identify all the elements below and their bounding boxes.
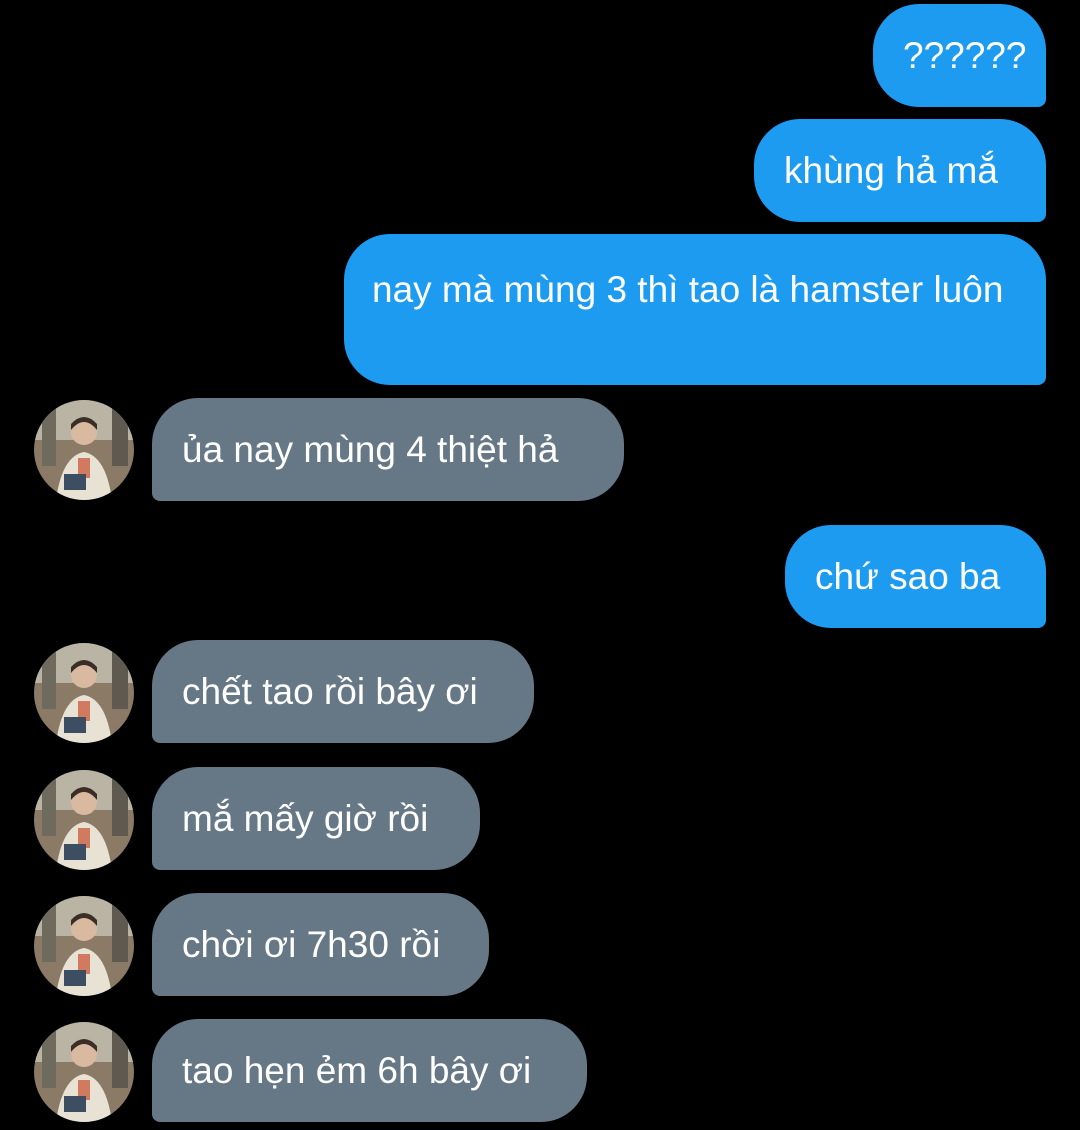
contact-avatar[interactable] <box>34 896 134 996</box>
contact-avatar-photo-icon <box>34 770 134 870</box>
message-text: ủa nay mùng 4 thiệt hả <box>182 429 559 470</box>
message-text: ?????? <box>903 35 1027 76</box>
message-text: khùng hả mắ <box>784 150 998 191</box>
contact-avatar[interactable] <box>34 1022 134 1122</box>
sent-message-bubble[interactable]: khùng hả mắ <box>754 119 1046 222</box>
message-text: chết tao rồi bây ơi <box>182 671 478 712</box>
sent-message-bubble[interactable]: chứ sao ba <box>785 525 1046 628</box>
message-text: chời ơi 7h30 rồi <box>182 924 441 965</box>
message-text: chứ sao ba <box>815 556 1001 597</box>
contact-avatar-photo-icon <box>34 400 134 500</box>
received-message-bubble[interactable]: tao hẹn ẻm 6h bây ơi <box>152 1019 587 1122</box>
received-message-bubble[interactable]: chết tao rồi bây ơi <box>152 640 534 743</box>
conversation-thread: ?????? khùng hả mắ nay mà mùng 3 thì tao… <box>0 0 1080 1130</box>
received-message-bubble[interactable]: ủa nay mùng 4 thiệt hả <box>152 398 624 501</box>
contact-avatar[interactable] <box>34 770 134 870</box>
received-message-bubble[interactable]: chời ơi 7h30 rồi <box>152 893 489 996</box>
message-text: nay mà mùng 3 thì tao là hamster luôn <box>372 269 1004 310</box>
sent-message-bubble[interactable]: ?????? <box>873 4 1046 107</box>
contact-avatar-photo-icon <box>34 1022 134 1122</box>
contact-avatar-photo-icon <box>34 643 134 743</box>
message-text: tao hẹn ẻm 6h bây ơi <box>182 1050 532 1091</box>
contact-avatar[interactable] <box>34 643 134 743</box>
sent-message-bubble[interactable]: nay mà mùng 3 thì tao là hamster luôn <box>344 234 1046 385</box>
contact-avatar-photo-icon <box>34 896 134 996</box>
contact-avatar[interactable] <box>34 400 134 500</box>
received-message-bubble[interactable]: mắ mấy giờ rồi <box>152 767 480 870</box>
message-text: mắ mấy giờ rồi <box>182 798 429 839</box>
